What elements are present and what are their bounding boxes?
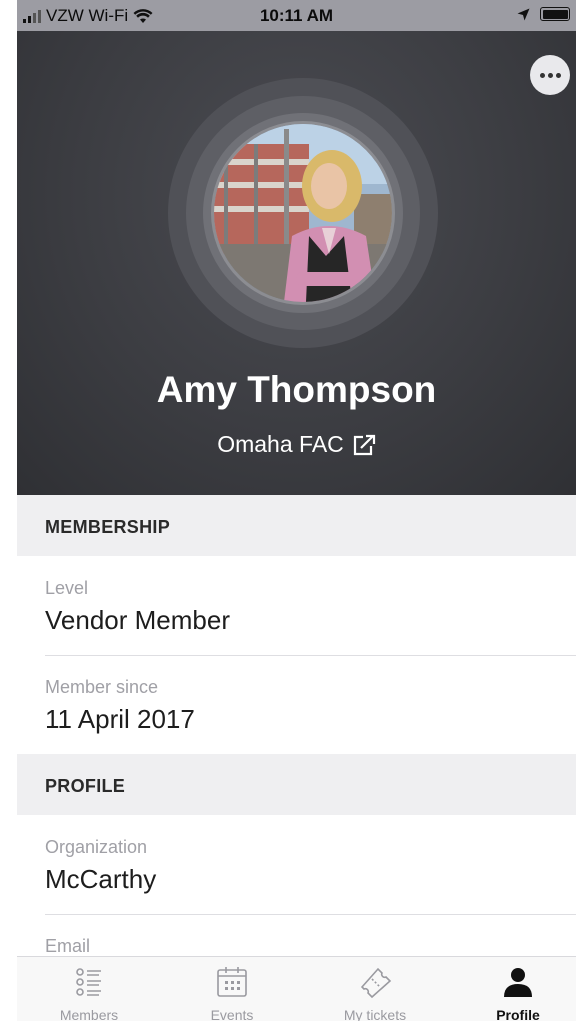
members-list-icon (76, 968, 101, 996)
app-screen: VZW Wi-Fi 10:11 AM Amy Thompson Omaha FA… (17, 0, 576, 1021)
organization-field: Organization McCarthy (45, 837, 576, 895)
email-field: Email (45, 936, 576, 957)
status-right (517, 7, 570, 21)
tab-bar: Members Events My tickets Profile (17, 956, 576, 1021)
membership-section-header: MEMBERSHIP (17, 495, 576, 556)
member-since-field: Member since 11 April 2017 (45, 677, 576, 735)
level-value: Vendor Member (45, 605, 230, 635)
external-link-icon (353, 434, 375, 455)
status-bar: VZW Wi-Fi 10:11 AM (17, 0, 576, 31)
dot-icon (555, 72, 561, 78)
profile-section-title: PROFILE (45, 776, 126, 796)
tab-members[interactable]: Members (19, 957, 159, 1021)
member-name: Amy Thompson (156, 369, 437, 410)
profile-section-header: PROFILE (17, 754, 576, 815)
member-since-value: 11 April 2017 (45, 704, 195, 734)
level-label: Level (45, 578, 89, 598)
avatar[interactable] (211, 121, 395, 305)
tab-profile[interactable]: Profile (448, 957, 576, 1021)
email-label: Email (45, 936, 91, 956)
organization-value: McCarthy (45, 864, 157, 894)
membership-section-title: MEMBERSHIP (45, 517, 171, 537)
dot-icon (539, 72, 545, 78)
member-since-label: Member since (45, 677, 159, 697)
person-icon (504, 968, 532, 997)
dot-icon (547, 72, 553, 78)
organization-link[interactable]: Omaha FAC (17, 431, 576, 458)
battery-icon (540, 7, 570, 21)
divider (45, 655, 576, 656)
tab-my-tickets[interactable]: My tickets (305, 957, 445, 1021)
left-edge (0, 0, 17, 1021)
tab-events[interactable]: Events (162, 957, 302, 1021)
location-arrow-icon (517, 8, 530, 20)
divider (45, 914, 576, 915)
organization-label: Organization (45, 837, 148, 857)
profile-header: Amy Thompson Omaha FAC (17, 31, 576, 495)
calendar-icon (217, 967, 247, 997)
ticket-icon (360, 967, 392, 999)
organization-link-label: Omaha FAC (217, 431, 344, 457)
tab-members-label: Members (59, 1007, 119, 1021)
level-field: Level Vendor Member (45, 578, 576, 636)
profile-photo (214, 124, 392, 302)
tab-my-tickets-label: My tickets (343, 1007, 407, 1021)
tab-profile-label: Profile (496, 1007, 540, 1021)
more-options-button[interactable] (530, 55, 570, 95)
status-time: 10:11 AM (259, 6, 334, 25)
tab-events-label: Events (210, 1007, 254, 1021)
